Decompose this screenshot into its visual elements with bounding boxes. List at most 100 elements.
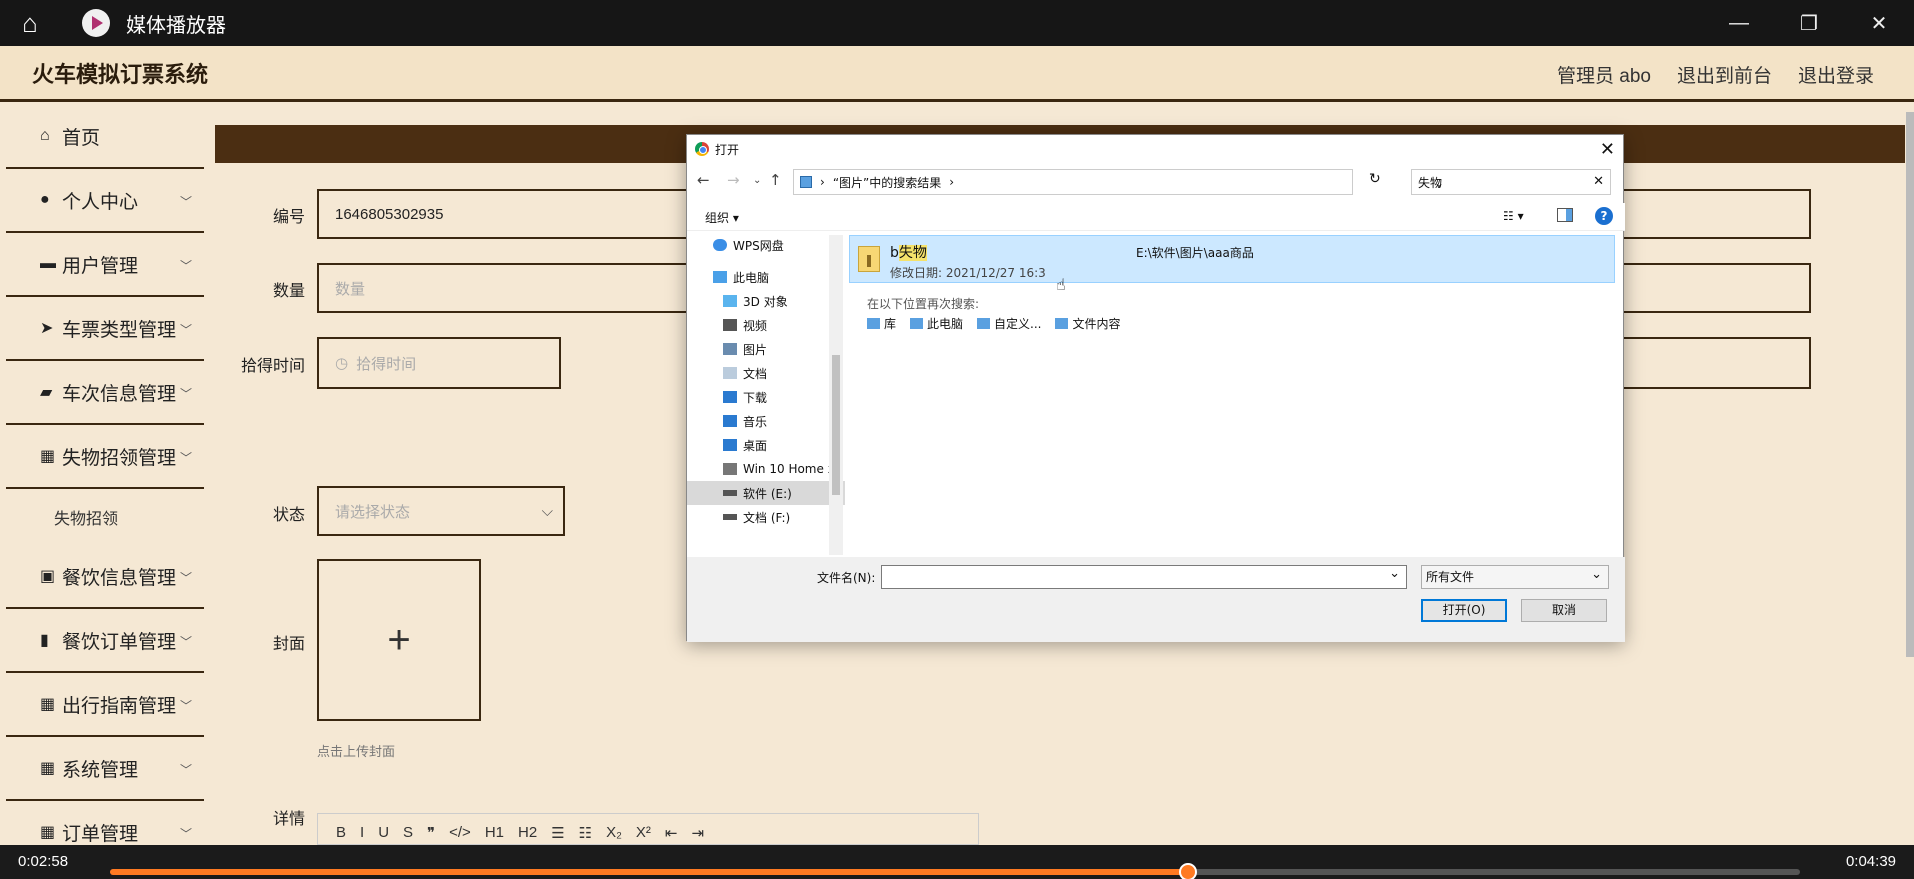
- view-options-icon[interactable]: ☷ ▾: [1503, 209, 1524, 223]
- sidebar-item-catering[interactable]: ▣ 餐饮信息管理 ﹀: [6, 545, 204, 609]
- recent-chevron-icon[interactable]: ⌄: [753, 175, 761, 186]
- restore-icon[interactable]: ❐: [1774, 0, 1844, 46]
- dialog-title: 打开: [715, 142, 740, 157]
- outdent-icon[interactable]: ⇤: [665, 824, 678, 842]
- home-icon[interactable]: ⌂: [0, 8, 60, 39]
- file-result-row[interactable]: b失物 修改日期: 2021/12/27 16:3 E:\软件\图片\aaa商品: [849, 235, 1615, 283]
- dialog-search-input[interactable]: 失物 ✕: [1411, 169, 1611, 195]
- sidebar-item-label: 车票类型管理: [62, 319, 177, 341]
- search-again-label: 在以下位置再次搜索:: [867, 297, 980, 311]
- indent-icon[interactable]: ⇥: [692, 824, 705, 842]
- found-time-input[interactable]: ◷ 拾得时间: [317, 337, 561, 389]
- sidebar-item-catering-orders[interactable]: ▮ 餐饮订单管理 ﹀: [6, 609, 204, 673]
- filename-input[interactable]: [881, 565, 1407, 589]
- status-label: 状态: [272, 507, 305, 524]
- quantity-label: 数量: [272, 283, 305, 300]
- status-select[interactable]: 请选择状态 ⌵: [317, 486, 565, 536]
- sidebar-subitem-lost-found[interactable]: 失物招领: [0, 489, 210, 545]
- sidebar-item-travel-guide[interactable]: ▦ 出行指南管理 ﹀: [6, 673, 204, 737]
- sidebar-item-trains[interactable]: ▰ 车次信息管理 ﹀: [6, 361, 204, 425]
- cover-upload[interactable]: +: [317, 559, 481, 721]
- chevron-down-icon: ﹀: [179, 451, 192, 465]
- tree-item-label: 文档 (F:): [743, 510, 791, 525]
- refresh-icon[interactable]: ↻: [1369, 171, 1381, 187]
- cancel-button[interactable]: 取消: [1521, 599, 1607, 622]
- h1-icon[interactable]: H1: [485, 824, 504, 842]
- computer-icon: [910, 318, 924, 329]
- subscript-icon[interactable]: X₂: [606, 824, 622, 842]
- sidebar-item-home[interactable]: ⌂ 首页: [6, 105, 204, 169]
- seek-bar-fill: [110, 869, 1189, 875]
- chevron-down-icon: ﹀: [179, 635, 192, 649]
- filetype-select[interactable]: 所有文件: [1421, 564, 1609, 589]
- video-icon: [723, 319, 737, 331]
- bold-icon[interactable]: B: [336, 824, 346, 842]
- organize-button[interactable]: 组织 ▾: [705, 209, 739, 226]
- sidebar-item-personal[interactable]: ● 个人中心 ﹀: [6, 169, 204, 233]
- tree-item[interactable]: 音乐: [687, 409, 845, 433]
- seek-bar[interactable]: [110, 863, 1800, 879]
- site-header: 火车模拟订票系统 管理员 abo 退出到前台 退出登录: [0, 46, 1914, 102]
- sidebar-item-system[interactable]: ▦ 系统管理 ﹀: [6, 737, 204, 801]
- file-path: E:\软件\图片\aaa商品: [1136, 246, 1254, 260]
- tree-item[interactable]: 文档 (F:): [687, 505, 845, 529]
- italic-icon[interactable]: I: [360, 824, 364, 842]
- minimize-icon[interactable]: —: [1704, 0, 1774, 46]
- tree-item[interactable]: 桌面: [687, 433, 845, 457]
- plus-icon: +: [387, 617, 411, 662]
- chevron-down-icon: ﹀: [179, 763, 192, 777]
- code-icon[interactable]: </>: [449, 824, 471, 842]
- sidebar-item-ticket-types[interactable]: ➤ 车票类型管理 ﹀: [6, 297, 204, 361]
- sidebar-item-label: 订单管理: [62, 823, 139, 845]
- address-bar[interactable]: › “图片”中的搜索结果 › ⌄: [793, 169, 1444, 195]
- help-icon[interactable]: ?: [1595, 207, 1613, 225]
- clear-search-icon[interactable]: ✕: [1593, 174, 1604, 189]
- up-icon[interactable]: ↑: [769, 171, 782, 189]
- tree-item-selected[interactable]: 软件 (E:): [687, 481, 845, 505]
- tree-item-label: 3D 对象: [743, 294, 788, 309]
- quote-icon[interactable]: ❞: [427, 824, 435, 842]
- file-name: b失物: [890, 242, 927, 262]
- back-icon[interactable]: ←: [697, 171, 710, 189]
- tree-item[interactable]: 图片: [687, 337, 845, 361]
- filename-label: 文件名(N):: [817, 571, 876, 585]
- exit-to-front-link[interactable]: 退出到前台: [1677, 61, 1772, 88]
- sidebar-item-lost-found[interactable]: ▦ 失物招领管理 ﹀: [6, 425, 204, 489]
- chevron-down-icon: ﹀: [179, 195, 192, 209]
- search-file-contents-link[interactable]: 文件内容: [1055, 315, 1121, 332]
- tree-item[interactable]: 此电脑: [687, 265, 845, 289]
- superscript-icon[interactable]: X²: [636, 824, 651, 842]
- close-icon[interactable]: ✕: [1844, 0, 1914, 46]
- cover-hint: 点击上传封面: [317, 744, 396, 759]
- delete-box-icon: ▣: [40, 568, 56, 585]
- logout-link[interactable]: 退出登录: [1798, 61, 1874, 88]
- sidebar-item-users[interactable]: ▬ 用户管理 ﹀: [6, 233, 204, 297]
- seek-handle[interactable]: [1179, 863, 1198, 879]
- chevron-down-icon: ﹀: [179, 323, 192, 337]
- tree-scrollbar-thumb[interactable]: [832, 355, 840, 495]
- underline-icon[interactable]: U: [378, 824, 389, 842]
- forward-icon[interactable]: →: [727, 171, 740, 189]
- preview-pane-icon[interactable]: [1557, 208, 1573, 222]
- strike-icon[interactable]: S: [403, 824, 413, 842]
- tree-item[interactable]: WPS网盘: [687, 233, 845, 257]
- bullet-list-icon[interactable]: ☷: [579, 824, 592, 842]
- clock-icon: ◷: [335, 355, 349, 372]
- tree-item[interactable]: Win 10 Home x: [687, 457, 845, 481]
- open-button[interactable]: 打开(O): [1421, 599, 1507, 622]
- page-scrollbar[interactable]: [1906, 112, 1914, 657]
- close-icon[interactable]: ✕: [1600, 139, 1615, 160]
- ordered-list-icon[interactable]: ☰: [551, 824, 564, 842]
- tree-item-label: 视频: [743, 318, 768, 333]
- tree-item[interactable]: 视频: [687, 313, 845, 337]
- tree-item[interactable]: 下载: [687, 385, 845, 409]
- tree-item[interactable]: 3D 对象: [687, 289, 845, 313]
- tree-scrollbar[interactable]: [829, 235, 843, 555]
- search-custom-link[interactable]: 自定义...: [977, 315, 1041, 332]
- detail-editor[interactable]: B I U S ❞ </> H1 H2 ☰ ☷ X₂ X² ⇤ ⇥: [317, 813, 979, 845]
- desktop-icon: [723, 439, 737, 451]
- tree-item[interactable]: 文档: [687, 361, 845, 385]
- search-library-link[interactable]: 库: [867, 315, 896, 332]
- search-this-pc-link[interactable]: 此电脑: [910, 315, 963, 332]
- h2-icon[interactable]: H2: [518, 824, 537, 842]
